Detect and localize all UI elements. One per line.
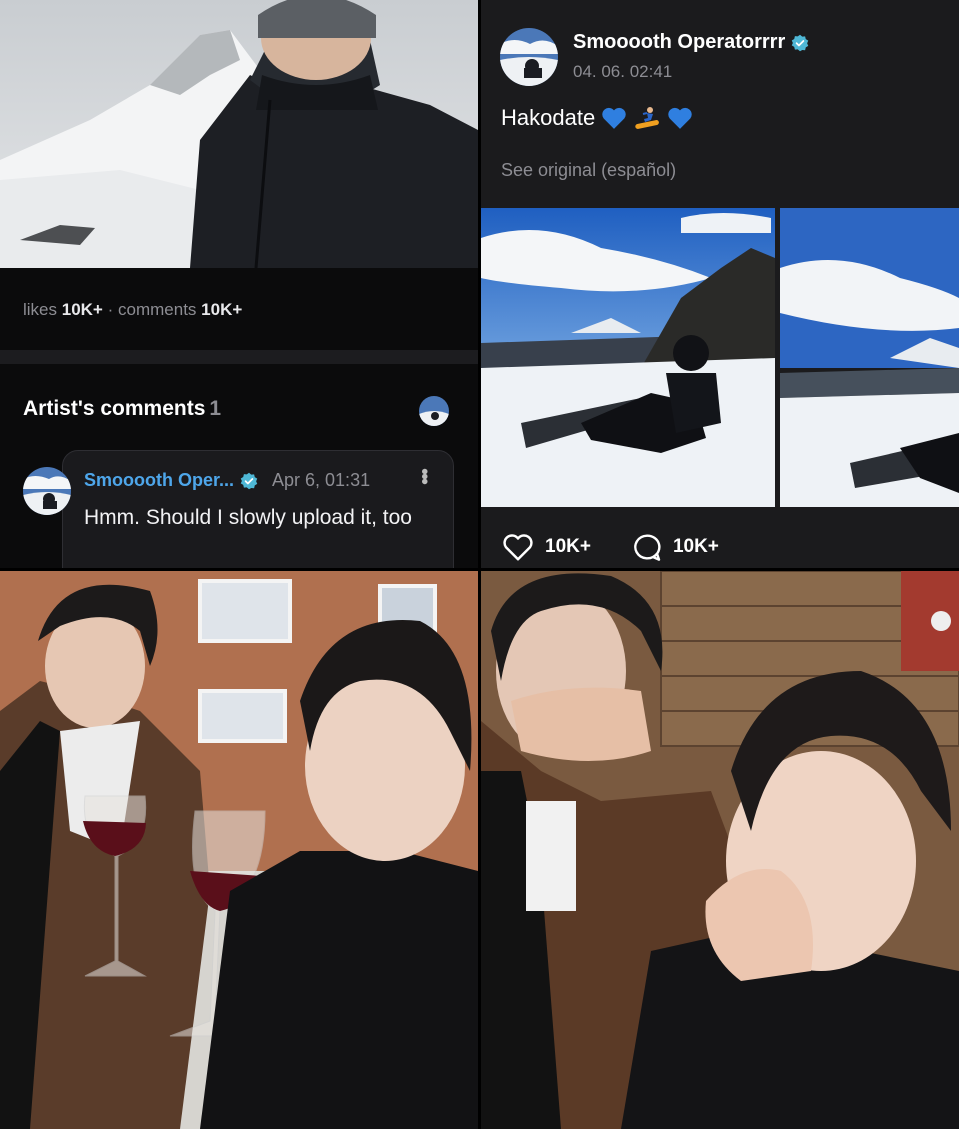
- comments-label: comments: [118, 300, 197, 319]
- heart-outline-icon: [501, 532, 535, 562]
- verified-badge-icon: [791, 34, 809, 52]
- artist-avatar[interactable]: [419, 396, 449, 426]
- post-stats: likes 10K+ · comments 10K+: [23, 300, 242, 320]
- comment-text: Hmm. Should I slowly upload it, too: [84, 506, 412, 529]
- post-caption: Hakodate: [501, 105, 693, 131]
- stats-separator: ·: [107, 300, 114, 319]
- comment-author-name[interactable]: Smooooth Oper...: [84, 470, 234, 491]
- artist-comments-count: 1: [209, 397, 222, 420]
- comment-button[interactable]: 10K+: [631, 532, 719, 562]
- comment-header: Smooooth Oper... Apr 6, 01:31: [84, 470, 370, 491]
- post-image-snowboarder[interactable]: [481, 208, 775, 507]
- comments-count: 10K+: [201, 300, 243, 319]
- likes-label: likes: [23, 300, 58, 319]
- likes-count: 10K+: [61, 300, 103, 319]
- post-actions: 10K+ 10K+: [501, 532, 759, 562]
- post-author-avatar[interactable]: [500, 28, 558, 86]
- comment-bubble-icon: [631, 532, 663, 562]
- section-divider: [0, 350, 478, 364]
- post-author-header: Smooooth Operatorrrr: [573, 31, 809, 54]
- more-options-icon[interactable]: •••: [412, 468, 435, 483]
- snowboarder-icon: [633, 105, 661, 131]
- post-timestamp: 04. 06. 02:41: [573, 62, 673, 81]
- verified-badge-icon: [240, 472, 258, 490]
- comment-count: 10K+: [672, 536, 719, 557]
- post-panel: Smooooth Operatorrrr 04. 06. 02:41 Hakod…: [481, 0, 959, 568]
- commenter-avatar[interactable]: [23, 467, 71, 515]
- selfie-covering-mouth-photo[interactable]: [481, 571, 959, 1129]
- post-author-name[interactable]: Smooooth Operatorrrr: [573, 31, 785, 54]
- post-image-snowboard-partial[interactable]: [780, 208, 959, 507]
- comment-timestamp: Apr 6, 01:31: [272, 470, 371, 490]
- artist-comments-title: Artist's comments: [23, 397, 206, 420]
- see-original-link[interactable]: See original (español): [501, 160, 676, 181]
- artist-comments-heading: Artist's comments 1: [23, 397, 221, 421]
- blue-heart-icon: [667, 106, 693, 130]
- like-button[interactable]: 10K+: [501, 532, 591, 562]
- blue-heart-icon: [601, 106, 627, 130]
- like-count: 10K+: [545, 536, 591, 557]
- weverse-moment-panel: likes 10K+ · comments 10K+ Artist's comm…: [0, 0, 478, 568]
- selfie-wine-photo[interactable]: [0, 571, 478, 1129]
- selfie-snow-mountain-photo[interactable]: [0, 0, 478, 268]
- post-caption-text: Hakodate: [501, 105, 596, 130]
